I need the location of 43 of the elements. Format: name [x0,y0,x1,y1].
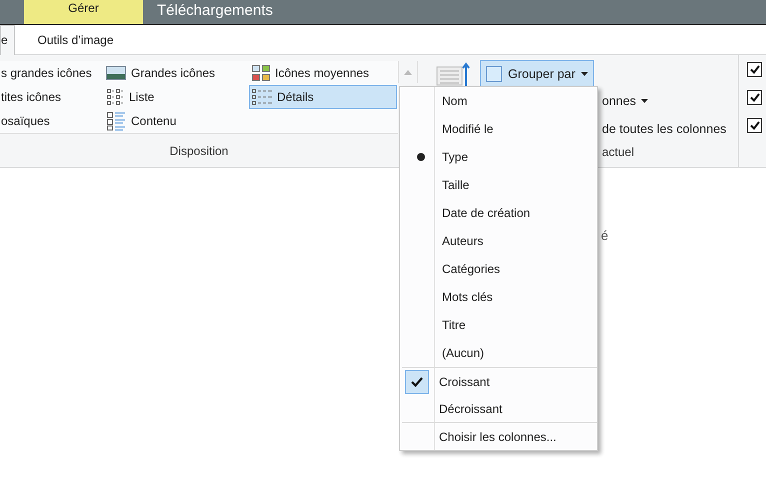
checkbox[interactable] [747,118,762,133]
content-view-icon [106,111,126,131]
menu-item[interactable]: Type [400,143,597,171]
menu-item[interactable]: Auteurs [400,227,597,255]
caret-icon [581,72,588,76]
menu-item[interactable]: Nom [400,87,597,115]
ribbon-label[interactable]: de toutes les colonnes [602,122,726,136]
checkbox[interactable] [747,90,762,105]
list-view-icon [106,88,124,106]
menu-item[interactable]: (Aucun) [400,339,597,367]
group-label: Disposition [168,144,230,158]
menu-item[interactable]: Taille [400,171,597,199]
layout-option[interactable]: Liste [103,85,249,109]
checkbox[interactable] [747,62,762,77]
caret-icon [641,99,648,103]
medium-icons-icon [252,65,270,81]
context-tab-label[interactable]: Gérer [24,0,143,24]
layout-option[interactable]: Contenu [103,109,249,133]
layout-option[interactable]: Détails [249,85,397,109]
menu-item[interactable]: Titre [400,311,597,339]
menu-item[interactable]: Choisir les colonnes... [400,423,597,450]
menu-item[interactable]: Croissant [400,368,597,395]
scroll-up-icon [404,70,412,74]
sort-columns-icon [436,62,470,86]
layout-option[interactable]: s grandes icônes [0,61,103,85]
landscape-icon [106,66,126,80]
layout-option[interactable]: Icônes moyennes [249,61,397,85]
file-list-text: é [601,228,608,243]
menu-item[interactable]: Catégories [400,255,597,283]
group-by-button[interactable]: Grouper par [480,60,594,87]
menu-item[interactable]: Date de création [400,199,597,227]
layout-option[interactable]: Grandes icônes [103,61,249,85]
details-view-icon [252,89,272,105]
window-title: Téléchargements [157,1,273,21]
group-box-icon [486,66,502,82]
ribbon-tab[interactable]: e [0,25,15,55]
ribbon-label[interactable]: onnes [602,94,636,108]
layout-option[interactable]: osaïques [0,109,103,133]
layout-option[interactable]: tites icônes [0,85,103,109]
menu-item[interactable]: Décroissant [400,395,597,422]
menu-item[interactable]: Modifié le [400,115,597,143]
menu-item[interactable]: Mots clés [400,283,597,311]
group-label: actuel [602,145,634,159]
